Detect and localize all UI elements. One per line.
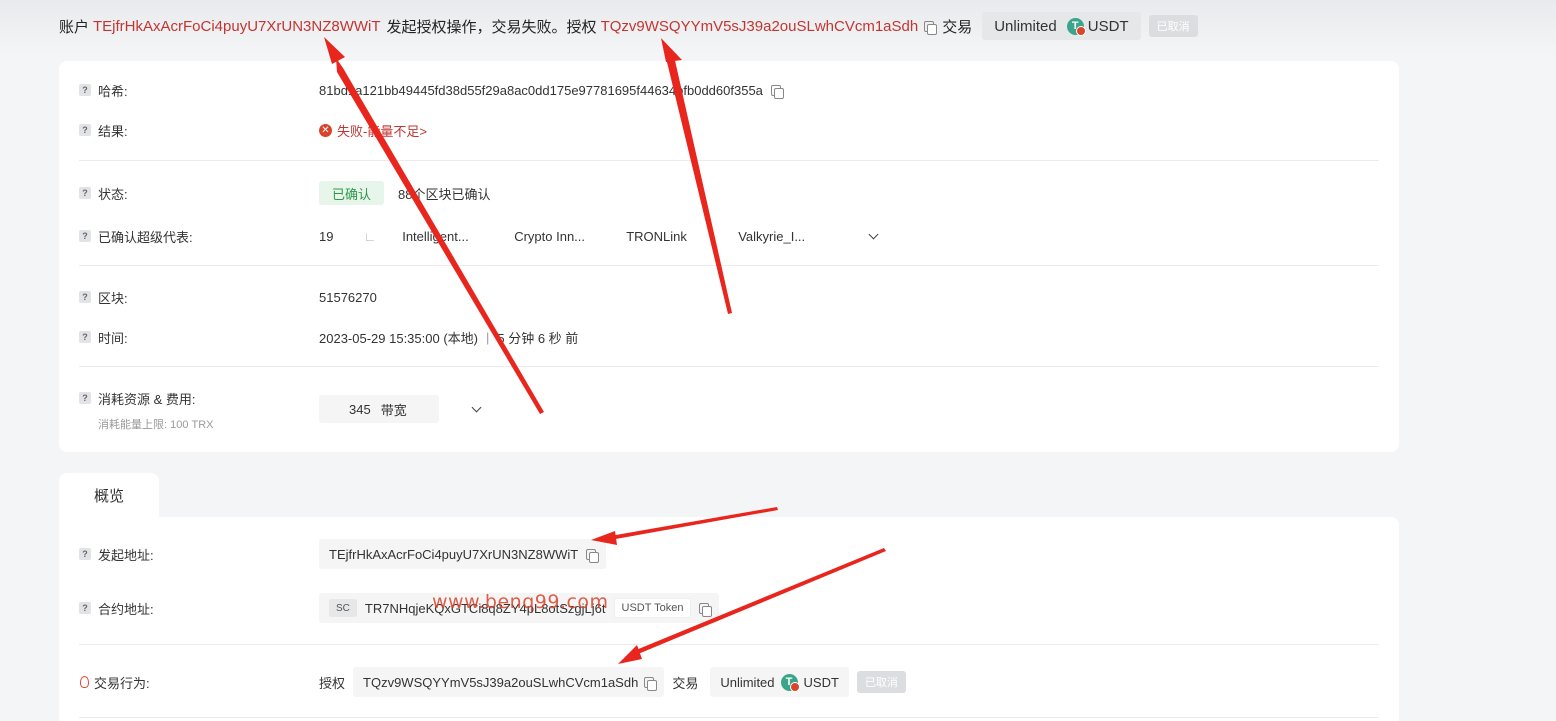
hash-row: ? 哈希: 81bd1a121bb49445fd38d55f29a8ac0dd17… xyxy=(79,78,1379,102)
result-label: 结果: xyxy=(98,123,128,139)
contract-address-row: ? 合约地址: SC TR7NHqjeKQxGTCi8q8ZY4pL8otSzgj… xyxy=(79,593,1379,623)
from-address-value[interactable]: TEjfrHkAxAcrFoCi4puyU7XrUN3NZ8WWiT xyxy=(329,547,578,562)
help-icon[interactable]: ? xyxy=(79,124,91,136)
summary-amount: Unlimited xyxy=(994,17,1057,35)
bandwidth-unit: 带宽 xyxy=(380,402,407,418)
result-row: ? 结果: ✕ 失败-能量不足> xyxy=(79,118,1379,142)
summary-trade-label: 交易 xyxy=(942,18,973,36)
block-label: 区块: xyxy=(98,290,128,306)
cancelled-badge: 已取消 xyxy=(1148,15,1198,37)
divider xyxy=(79,265,1379,266)
help-icon[interactable]: ? xyxy=(79,291,91,303)
resources-value: 345 带宽 xyxy=(319,395,482,423)
tab-overview[interactable]: 概览 xyxy=(59,473,159,518)
overview-card: ? 发起地址: TEjfrHkAxAcrFoCi4puyU7XrUN3NZ8WWi… xyxy=(59,517,1399,721)
status-row: ? 状态: 已确认 88个区块已确认 xyxy=(79,181,1379,205)
error-icon: ✕ xyxy=(319,123,332,137)
copy-icon[interactable] xyxy=(770,84,784,99)
copy-icon[interactable] xyxy=(586,548,600,563)
block-row: ? 区块: 51576270 xyxy=(79,285,1379,309)
summary-middle-text: 发起授权操作，交易失败。授权 xyxy=(386,18,597,36)
super-rep-item[interactable]: Valkyrie_I... xyxy=(738,229,850,244)
contract-address-label: 合约地址: xyxy=(98,601,154,617)
action-spender-value[interactable]: TQzv9WSQYYmV5sJ39a2ouSLwhCVcm1aSdh xyxy=(363,675,638,690)
transaction-details-card: ? 哈希: 81bd1a121bb49445fd38d55f29a8ac0dd17… xyxy=(59,61,1399,452)
time-relative: 5 分钟 6 秒 前 xyxy=(497,330,579,346)
help-icon[interactable]: ? xyxy=(79,548,91,560)
super-rep-item[interactable]: Crypto Inn... xyxy=(514,229,626,244)
cancelled-badge: 已取消 xyxy=(856,671,906,693)
help-icon[interactable]: ? xyxy=(79,230,91,242)
hash-label: 哈希: xyxy=(98,83,128,99)
bandwidth-box: 345 带宽 xyxy=(319,395,439,423)
super-reps-count: 19 xyxy=(319,228,334,244)
result-value[interactable]: 失败-能量不足> xyxy=(337,121,427,140)
lightbulb-icon xyxy=(80,676,89,688)
confirmed-badge: 已确认 xyxy=(319,181,385,205)
help-icon[interactable]: ? xyxy=(79,602,91,614)
super-reps-label: 已确认超级代表: xyxy=(98,229,193,245)
summary-account-link[interactable]: TEjfrHkAxAcrFoCi4puyU7XrUN3NZ8WWiT xyxy=(93,18,381,35)
summary-spender-link[interactable]: TQzv9WSQYYmV5sJ39a2ouSLwhCVcm1aSdh xyxy=(601,18,919,35)
action-amount-box: Unlimited USDT xyxy=(710,667,849,697)
chevron-down-icon[interactable] xyxy=(868,229,879,239)
time-label: 时间: xyxy=(98,330,128,346)
divider xyxy=(79,160,1379,161)
summary-token: USDT xyxy=(1087,17,1129,35)
summary-amount-pill: Unlimited USDT xyxy=(982,12,1141,40)
action-token: USDT xyxy=(803,674,839,690)
help-icon[interactable]: ? xyxy=(79,84,91,96)
divider xyxy=(79,366,1379,367)
from-address-label: 发起地址: xyxy=(98,547,154,563)
action-label: 交易行为: xyxy=(94,675,150,691)
transaction-summary: 账户 TEjfrHkAxAcrFoCi4puyU7XrUN3NZ8WWiT 发起… xyxy=(59,12,1198,40)
resources-sublabel: 消耗能量上限: 100 TRX xyxy=(98,419,214,431)
chevron-down-icon[interactable] xyxy=(471,402,482,412)
help-icon[interactable]: ? xyxy=(79,331,91,343)
copy-icon[interactable] xyxy=(699,602,713,617)
action-spender-box: TQzv9WSQYYmV5sJ39a2ouSLwhCVcm1aSdh xyxy=(353,667,665,697)
status-text: 88个区块已确认 xyxy=(398,186,491,202)
bandwidth-value: 345 xyxy=(349,401,371,417)
divider xyxy=(79,644,1379,645)
super-rep-item[interactable]: TRONLink xyxy=(626,229,738,244)
action-approve-label: 授权 xyxy=(319,675,346,691)
help-icon[interactable]: ? xyxy=(79,187,91,199)
tab-overview-label: 概览 xyxy=(93,488,124,505)
copy-icon[interactable] xyxy=(924,20,938,35)
from-address-row: ? 发起地址: TEjfrHkAxAcrFoCi4puyU7XrUN3NZ8WWi… xyxy=(79,539,1379,569)
action-trade-label: 交易 xyxy=(672,675,699,691)
resources-label: 消耗资源 & 费用: xyxy=(98,391,196,407)
token-tag[interactable]: USDT Token xyxy=(613,598,692,618)
summary-prefix: 账户 xyxy=(59,18,90,36)
super-reps-separator: ∟ xyxy=(363,228,377,244)
action-row: 交易行为: 授权 TQzv9WSQYYmV5sJ39a2ouSLwhCVcm1a… xyxy=(79,667,1379,697)
watermark: www.benq99.com xyxy=(432,591,609,613)
usdt-token-icon xyxy=(1066,17,1086,36)
time-row: ? 时间: 2023-05-29 15:35:00 (本地) | 5 分钟 6 秒… xyxy=(79,325,1379,349)
smart-contract-badge: SC xyxy=(329,599,357,617)
resources-row: ? 消耗资源 & 费用: xyxy=(79,386,1379,410)
copy-icon[interactable] xyxy=(644,676,658,691)
help-icon[interactable]: ? xyxy=(79,392,91,404)
time-value: 2023-05-29 15:35:00 (本地) xyxy=(319,330,478,346)
divider xyxy=(79,717,1379,718)
super-rep-item[interactable]: Intelligent... xyxy=(402,229,514,244)
action-amount: Unlimited xyxy=(720,674,775,690)
status-label: 状态: xyxy=(98,186,128,202)
hash-value: 81bd1a121bb49445fd38d55f29a8ac0dd175e977… xyxy=(319,82,763,98)
super-reps-row: ? 已确认超级代表: 19 ∟ Intelligent... Crypto Inn… xyxy=(79,224,1379,248)
from-address-box: TEjfrHkAxAcrFoCi4puyU7XrUN3NZ8WWiT xyxy=(319,539,607,569)
usdt-token-icon xyxy=(780,673,800,692)
time-separator: | xyxy=(485,329,490,345)
block-value[interactable]: 51576270 xyxy=(319,290,377,305)
